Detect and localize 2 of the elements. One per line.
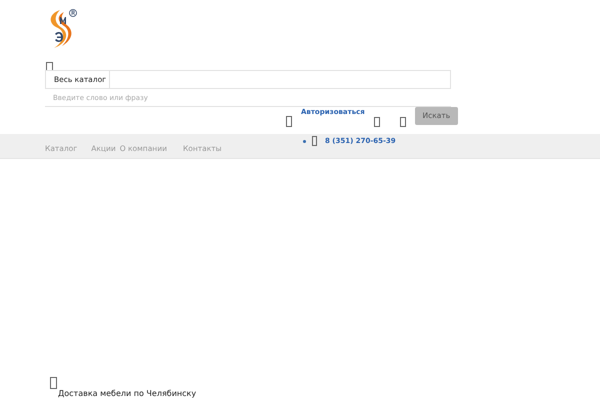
bullet-icon [303, 140, 306, 142]
delivery-text: Доставка мебели по Челябинску [58, 389, 198, 399]
